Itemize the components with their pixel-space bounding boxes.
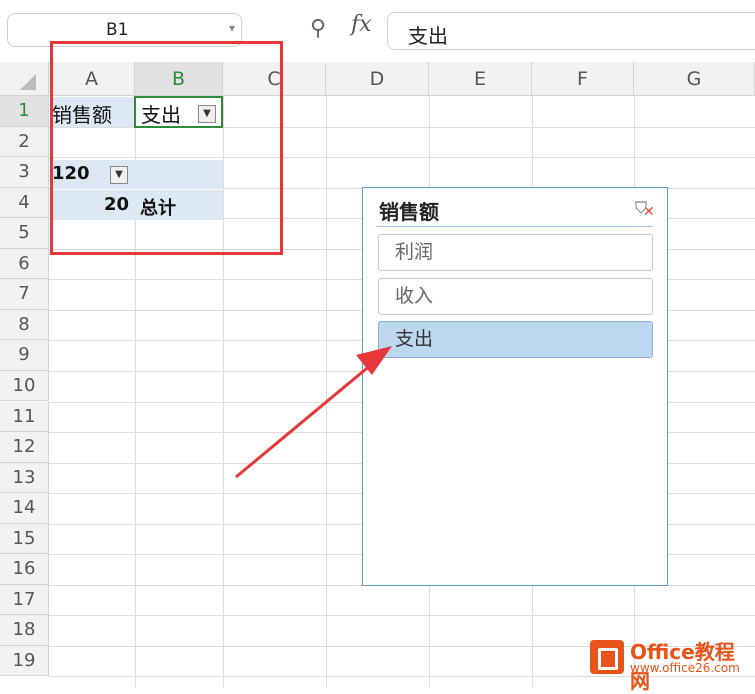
watermark-logo: Office教程网 www.office26.com bbox=[590, 636, 750, 693]
office-logo-icon bbox=[590, 640, 624, 674]
annotation-arrow bbox=[235, 346, 392, 479]
watermark-url: www.office26.com bbox=[630, 661, 740, 675]
